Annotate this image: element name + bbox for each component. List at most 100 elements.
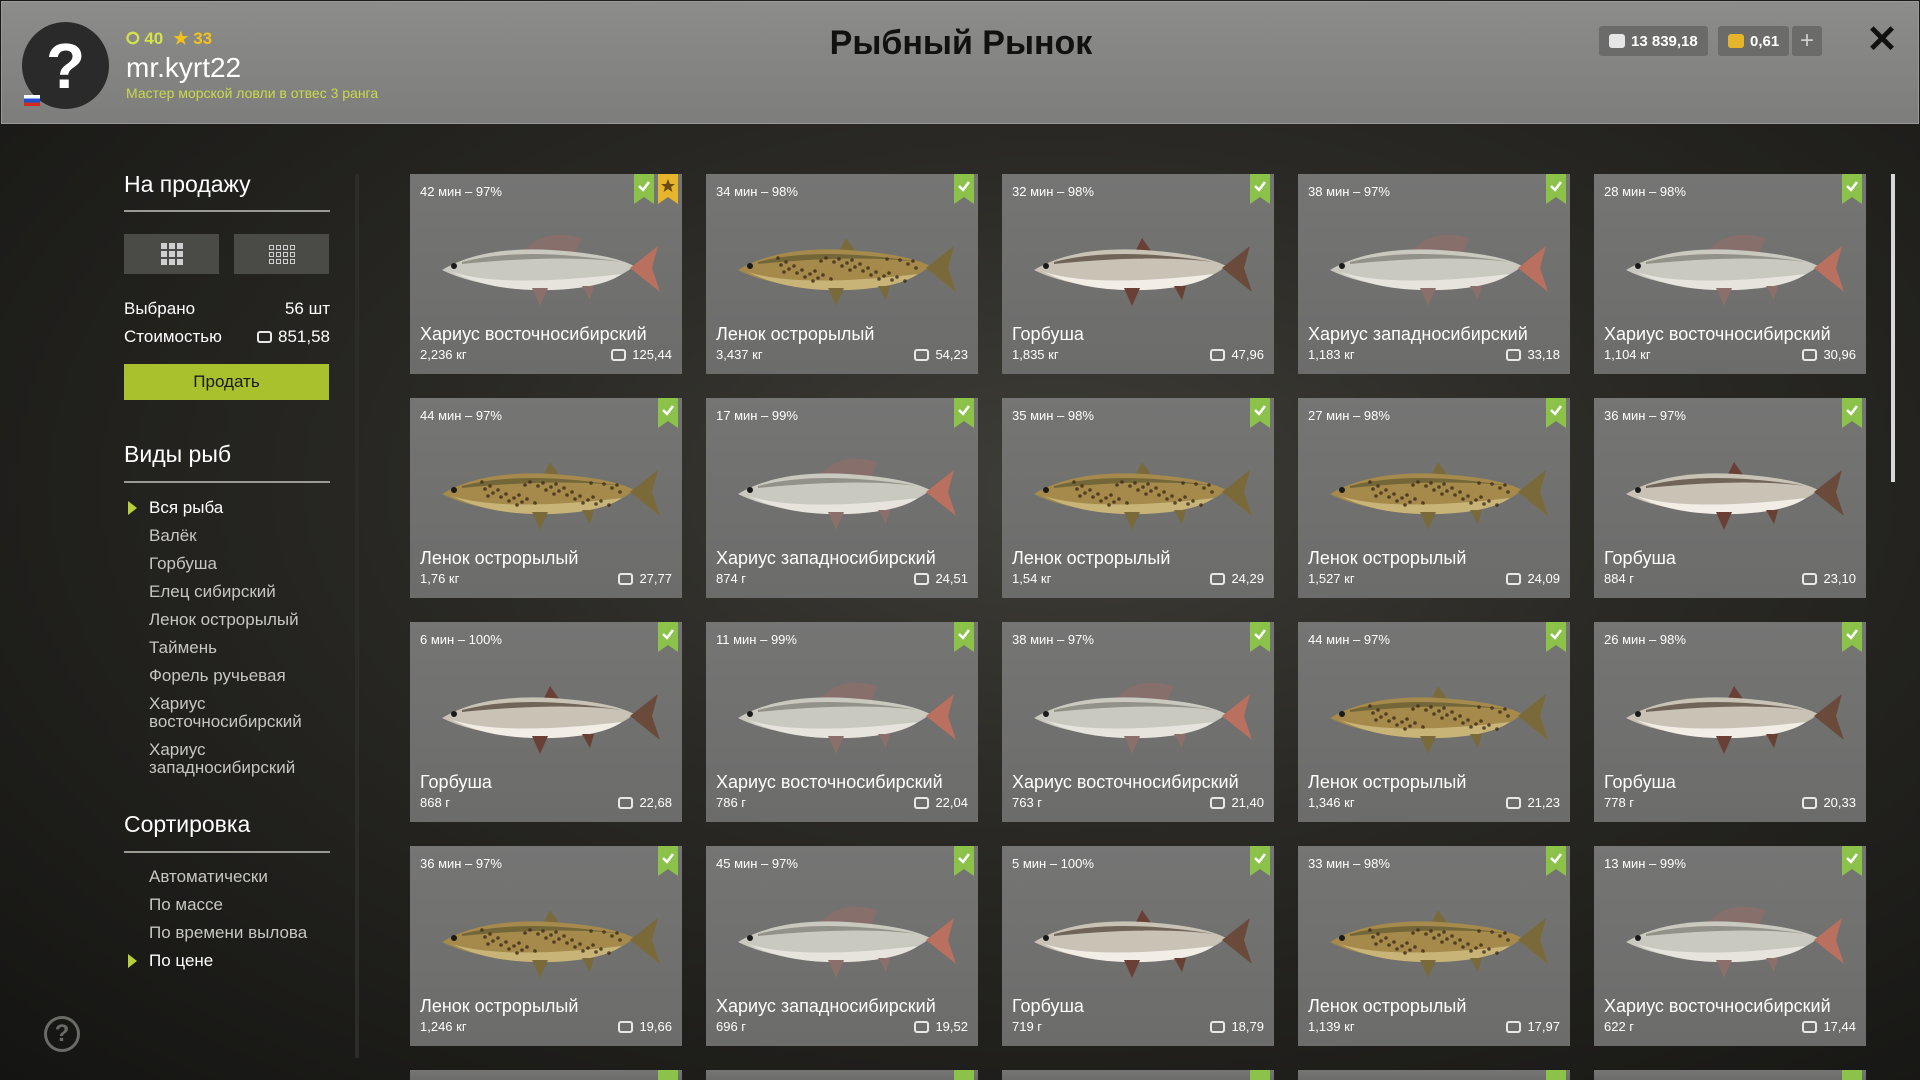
fish-card[interactable]: 32 мин – 98% Горбуша 1,835 кг 47,96: [1002, 174, 1274, 374]
selected-arrow-icon: [128, 954, 137, 968]
fish-name: Ленок острорылый: [1308, 548, 1467, 568]
scrollbar[interactable]: [1891, 174, 1895, 482]
selected-check-icon[interactable]: [954, 398, 974, 428]
fish-card[interactable]: 6 мин – 100% Горбуша 868 г 22,68: [410, 622, 682, 822]
selected-check-icon[interactable]: [954, 174, 974, 204]
fish-price: 19,66: [618, 1019, 672, 1034]
fish-name: Горбуша: [1604, 548, 1676, 568]
fish-card-partial[interactable]: [1298, 1070, 1570, 1080]
selected-check-icon[interactable]: [1842, 398, 1862, 428]
sort-option[interactable]: По времени вылова: [149, 924, 339, 942]
fish-card[interactable]: 42 мин – 97% Хариус восточносибирский 2,23…: [410, 174, 682, 374]
fish-card[interactable]: 36 мин – 97% Горбуша 884 г 23,10: [1594, 398, 1866, 598]
selected-check-icon[interactable]: [1842, 622, 1862, 652]
selected-check-icon[interactable]: [954, 622, 974, 652]
fish-card[interactable]: 27 мин – 98% Ленок острорылый 1,527 кг 24,0…: [1298, 398, 1570, 598]
selected-check-icon[interactable]: [634, 174, 654, 204]
species-item[interactable]: Валёк: [149, 527, 339, 545]
fish-card[interactable]: 26 мин – 98% Горбуша 778 г 20,33: [1594, 622, 1866, 822]
species-item[interactable]: Хариус восточносибирский: [149, 695, 339, 731]
selected-check-icon[interactable]: [658, 398, 678, 428]
fish-price: 24,29: [1210, 571, 1264, 586]
species-item[interactable]: Елец сибирский: [149, 583, 339, 601]
close-button[interactable]: ✕: [1864, 20, 1900, 60]
favorite-star-icon[interactable]: [658, 174, 678, 204]
selected-check-icon[interactable]: [1250, 174, 1270, 204]
divider: [124, 851, 330, 853]
species-item[interactable]: Таймень: [149, 639, 339, 657]
price-value: 19,66: [639, 1019, 672, 1034]
sort-section-title: Сортировка: [124, 811, 251, 837]
sell-button[interactable]: Продать: [124, 364, 329, 400]
fish-card[interactable]: 35 мин – 98% Ленок острорылый 1,54 кг 24,29: [1002, 398, 1274, 598]
selected-check-icon[interactable]: [1546, 846, 1566, 876]
fish-card[interactable]: 5 мин – 100% Горбуша 719 г 18,79: [1002, 846, 1274, 1046]
fish-card[interactable]: 45 мин – 97% Хариус западносибирский 696 г…: [706, 846, 978, 1046]
fish-card[interactable]: 13 мин – 99% Хариус восточносибирский 622 …: [1594, 846, 1866, 1046]
selected-check-icon[interactable]: [1842, 174, 1862, 204]
sort-option[interactable]: Автоматически: [149, 868, 339, 886]
selected-check-icon[interactable]: [954, 846, 974, 876]
selected-check-icon[interactable]: [1250, 398, 1270, 428]
catch-time-quality: 36 мин – 97%: [420, 856, 502, 871]
price-value: 30,96: [1823, 347, 1856, 362]
sort-option[interactable]: По цене: [149, 952, 339, 970]
species-item[interactable]: Форель ручьевая: [149, 667, 339, 685]
fish-image: [1606, 656, 1854, 766]
grid-3x3-icon: [160, 243, 183, 265]
catch-time-quality: 38 мин – 97%: [1012, 632, 1094, 647]
fish-card-partial[interactable]: [410, 1070, 682, 1080]
fish-image: [422, 880, 670, 990]
fish-name: Ленок острорылый: [420, 548, 579, 568]
selected-check-icon[interactable]: [1250, 846, 1270, 876]
selected-check-icon[interactable]: [1546, 398, 1566, 428]
price-value: 21,23: [1527, 795, 1560, 810]
fish-image: [1606, 432, 1854, 542]
species-item[interactable]: Горбуша: [149, 555, 339, 573]
selected-check-icon[interactable]: [1546, 174, 1566, 204]
selected-check-icon[interactable]: [658, 622, 678, 652]
species-item[interactable]: Хариус западносибирский: [149, 741, 339, 777]
price-value: 19,52: [935, 1019, 968, 1034]
fish-image: [718, 208, 966, 318]
fish-card[interactable]: 28 мин – 98% Хариус восточносибирский 1,10…: [1594, 174, 1866, 374]
catch-time-quality: 27 мин – 98%: [1308, 408, 1390, 423]
fish-card-partial[interactable]: [706, 1070, 978, 1080]
fish-card[interactable]: 44 мин – 97% Ленок острорылый 1,76 кг 27,77: [410, 398, 682, 598]
selected-check-icon[interactable]: [1842, 846, 1862, 876]
fish-card[interactable]: 38 мин – 97% Хариус восточносибирский 763 …: [1002, 622, 1274, 822]
fish-image: [1606, 880, 1854, 990]
help-button[interactable]: ?: [44, 1016, 80, 1052]
fish-card[interactable]: 17 мин – 99% Хариус западносибирский 874 г…: [706, 398, 978, 598]
fish-weight: 1,54 кг: [1012, 571, 1052, 586]
selected-check-icon[interactable]: [658, 846, 678, 876]
coin-icon: [1802, 572, 1818, 585]
cost-value: 851,58: [278, 327, 330, 346]
fish-name: Хариус западносибирский: [1308, 324, 1528, 344]
fish-card[interactable]: 36 мин – 97% Ленок острорылый 1,246 кг 19,6…: [410, 846, 682, 1046]
catch-time-quality: 33 мин – 98%: [1308, 856, 1390, 871]
sort-option[interactable]: По массе: [149, 896, 339, 914]
fish-card[interactable]: 11 мин – 99% Хариус восточносибирский 786 …: [706, 622, 978, 822]
fish-card[interactable]: 44 мин – 97% Ленок острорылый 1,346 кг 21,2…: [1298, 622, 1570, 822]
fish-card[interactable]: 33 мин – 98% Ленок острорылый 1,139 кг 17,9…: [1298, 846, 1570, 1046]
fish-name: Горбуша: [420, 772, 492, 792]
fish-card[interactable]: 38 мин – 97% Хариус западносибирский 1,183…: [1298, 174, 1570, 374]
catch-time-quality: 35 мин – 98%: [1012, 408, 1094, 423]
add-currency-button[interactable]: +: [1792, 26, 1822, 56]
price-value: 20,33: [1823, 795, 1856, 810]
fish-card[interactable]: 34 мин – 98% Ленок острорылый 3,437 кг 54,2…: [706, 174, 978, 374]
grid-large-view-button[interactable]: [124, 234, 219, 274]
catch-time-quality: 28 мин – 98%: [1604, 184, 1686, 199]
grid-small-view-button[interactable]: [234, 234, 329, 274]
species-item[interactable]: Ленок острорылый: [149, 611, 339, 629]
selected-check-icon[interactable]: [1546, 622, 1566, 652]
fish-card-partial[interactable]: [1594, 1070, 1866, 1080]
catch-time-quality: 34 мин – 98%: [716, 184, 798, 199]
fish-image: [1310, 880, 1558, 990]
fish-weight: 1,246 кг: [420, 1019, 467, 1034]
fish-image: [718, 432, 966, 542]
species-item[interactable]: Вся рыба: [149, 499, 339, 517]
selected-check-icon[interactable]: [1250, 622, 1270, 652]
fish-card-partial[interactable]: [1002, 1070, 1274, 1080]
